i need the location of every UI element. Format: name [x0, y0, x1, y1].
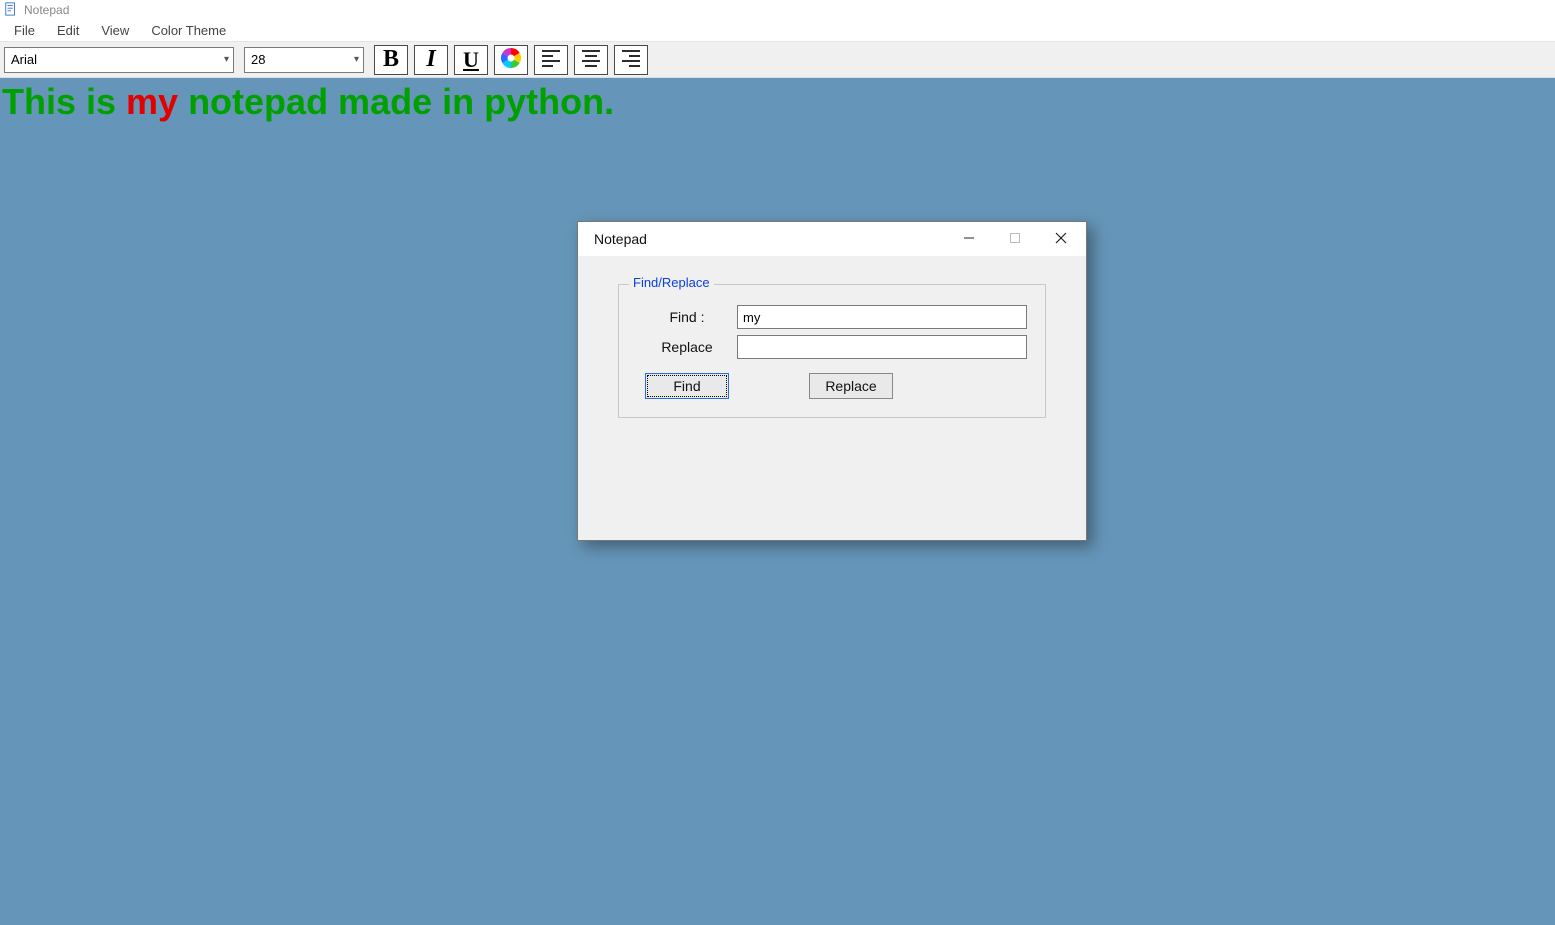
replace-button[interactable]: Replace [809, 373, 893, 399]
font-size-select[interactable]: 28 ▾ [244, 47, 364, 73]
main-titlebar: Notepad [0, 0, 1555, 20]
align-left-icon [539, 46, 563, 73]
toolbar: Arial ▾ 28 ▾ B I U [0, 42, 1555, 78]
replace-label: Replace [637, 339, 737, 355]
menu-view[interactable]: View [91, 21, 139, 40]
minimize-icon [963, 231, 975, 247]
menu-file[interactable]: File [4, 21, 45, 40]
find-replace-group: Find/Replace Find : Replace Find Replace [618, 284, 1046, 418]
chevron-down-icon: ▾ [354, 54, 359, 65]
close-button[interactable] [1038, 224, 1084, 254]
font-color-button[interactable] [494, 45, 528, 75]
maximize-icon [1009, 231, 1021, 247]
find-replace-dialog: Notepad Find/Replace Find : [577, 221, 1087, 541]
align-right-button[interactable] [614, 45, 648, 75]
editor-text-after: notepad made in python. [178, 81, 614, 122]
font-family-value: Arial [11, 52, 37, 67]
dialog-window-controls [946, 224, 1084, 254]
editor-text-before: This is [2, 81, 126, 122]
underline-button[interactable]: U [454, 45, 488, 75]
close-icon [1055, 231, 1067, 247]
align-left-button[interactable] [534, 45, 568, 75]
find-button[interactable]: Find [645, 373, 729, 399]
format-buttons: B I U [374, 45, 648, 75]
menu-edit[interactable]: Edit [47, 21, 89, 40]
minimize-button[interactable] [946, 224, 992, 254]
find-input[interactable] [737, 305, 1027, 329]
chevron-down-icon: ▾ [224, 54, 229, 65]
group-legend: Find/Replace [629, 275, 714, 290]
replace-input[interactable] [737, 335, 1027, 359]
find-label: Find : [637, 309, 737, 325]
maximize-button[interactable] [992, 224, 1038, 254]
font-family-select[interactable]: Arial ▾ [4, 47, 234, 73]
font-size-value: 28 [251, 52, 265, 67]
color-wheel-icon [499, 46, 523, 73]
dialog-body: Find/Replace Find : Replace Find Replace [578, 256, 1086, 418]
align-right-icon [619, 46, 643, 73]
main-title: Notepad [24, 3, 69, 17]
italic-button[interactable]: I [414, 45, 448, 75]
app-icon [4, 2, 18, 19]
dialog-titlebar[interactable]: Notepad [578, 222, 1086, 256]
dialog-title: Notepad [594, 231, 938, 247]
menu-color-theme[interactable]: Color Theme [141, 21, 236, 40]
menubar: File Edit View Color Theme [0, 20, 1555, 42]
align-center-icon [579, 46, 603, 73]
editor-highlighted-text: my [126, 81, 178, 122]
bold-button[interactable]: B [374, 45, 408, 75]
align-center-button[interactable] [574, 45, 608, 75]
